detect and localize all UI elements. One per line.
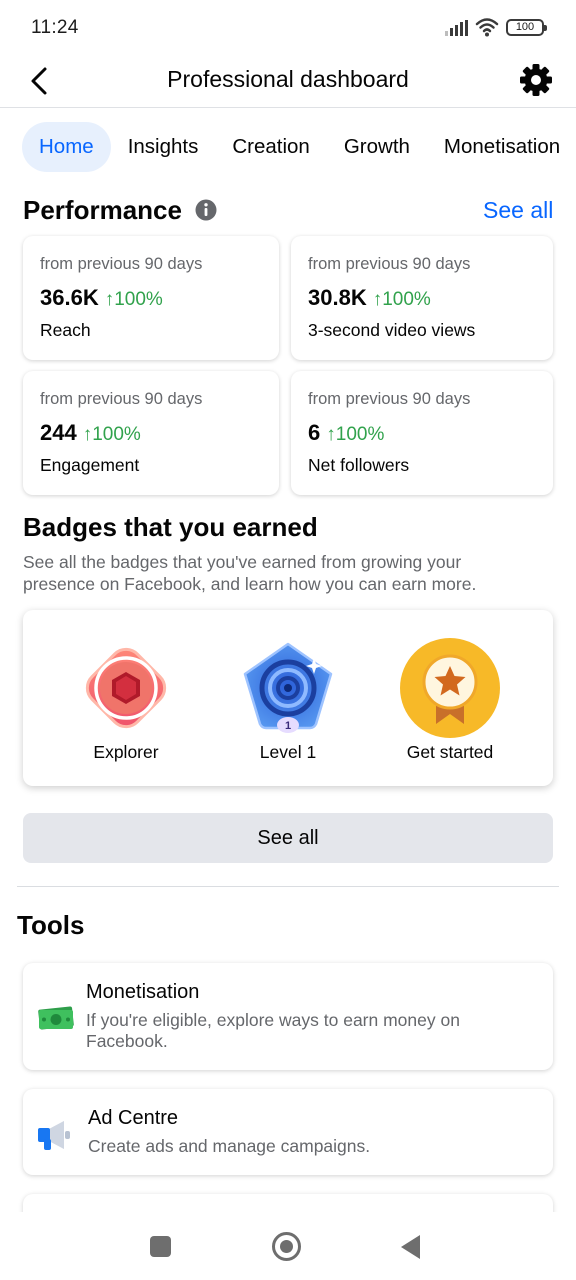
explorer-badge-icon: [85, 647, 167, 729]
badge-label: Get started: [406, 742, 494, 762]
home-circle-icon[interactable]: [272, 1232, 301, 1261]
system-nav-bar: [0, 1212, 576, 1280]
stat-number: 6: [308, 420, 321, 445]
badges-see-all-button[interactable]: See all: [23, 813, 553, 863]
stat-period: from previous 90 days: [40, 390, 203, 408]
signal-icon: [445, 20, 468, 36]
badge-label: Level 1: [259, 742, 317, 762]
stat-period: from previous 90 days: [308, 390, 471, 408]
status-time: 11:24: [31, 17, 79, 38]
badge-level-1[interactable]: 1 Level 1: [218, 636, 358, 776]
gear-icon[interactable]: [518, 62, 554, 98]
tool-monetisation[interactable]: Monetisation If you're eligible, explore…: [23, 963, 553, 1070]
money-icon: [38, 1006, 74, 1030]
stat-value: 244 ↑100%: [40, 420, 141, 446]
stat-number: 244: [40, 420, 77, 445]
performance-title: Performance: [23, 195, 182, 225]
stat-change: ↑100%: [326, 424, 385, 445]
stat-card-reach[interactable]: from previous 90 days 36.6K ↑100% Reach: [23, 236, 279, 360]
back-triangle-icon[interactable]: [401, 1235, 420, 1259]
megaphone-icon: [38, 1121, 70, 1150]
battery-icon: 100: [506, 19, 547, 36]
performance-see-all-link[interactable]: See all: [483, 197, 553, 224]
stat-number: 30.8K: [308, 285, 367, 310]
badge-number: 1: [285, 720, 291, 732]
stat-change: ↑100%: [104, 289, 163, 310]
stat-change: ↑100%: [82, 424, 141, 445]
tools-title: Tools: [17, 910, 85, 940]
header: Professional dashboard: [0, 56, 576, 108]
stat-value: 30.8K ↑100%: [308, 285, 431, 311]
badges-card: Explorer 1 Level 1 Get started: [23, 610, 553, 786]
stat-label: Net followers: [308, 455, 410, 475]
stat-value: 36.6K ↑100%: [40, 285, 163, 311]
tool-ad-centre[interactable]: Ad Centre Create ads and manage campaign…: [23, 1089, 553, 1175]
level-badge-icon: 1: [243, 642, 333, 733]
tab-bar: Home Insights Creation Growth Monetisation: [22, 122, 576, 174]
info-icon[interactable]: [195, 199, 217, 221]
badges-description: See all the badges that you've earned fr…: [23, 552, 477, 594]
stat-card-engagement[interactable]: from previous 90 days 244 ↑100% Engagemen…: [23, 371, 279, 495]
page-title: Professional dashboard: [167, 66, 409, 92]
tool-name: Ad Centre: [88, 1107, 179, 1129]
tab-creation[interactable]: Creation: [215, 122, 327, 172]
tab-growth[interactable]: Growth: [327, 122, 427, 172]
tool-name: Monetisation: [86, 981, 200, 1003]
badges-title: Badges that you earned: [23, 512, 318, 542]
status-bar: 11:24 100: [0, 0, 576, 56]
stat-number: 36.6K: [40, 285, 99, 310]
stat-card-video-views[interactable]: from previous 90 days 30.8K ↑100% 3-secon…: [291, 236, 553, 360]
badge-label: Explorer: [93, 742, 159, 762]
tab-home[interactable]: Home: [22, 122, 111, 172]
stat-value: 6 ↑100%: [308, 420, 384, 446]
stat-label: 3-second video views: [308, 320, 476, 340]
stat-label: Engagement: [40, 455, 140, 475]
stat-change: ↑100%: [372, 289, 431, 310]
stat-card-net-followers[interactable]: from previous 90 days 6 ↑100% Net followe…: [291, 371, 553, 495]
star-medal-icon: [400, 638, 500, 738]
wifi-icon: [475, 18, 499, 37]
tool-description: Create ads and manage campaigns.: [88, 1136, 371, 1156]
recents-icon[interactable]: [150, 1236, 171, 1257]
tab-monetisation[interactable]: Monetisation: [427, 122, 576, 172]
divider: [17, 886, 559, 887]
stat-label: Reach: [40, 320, 91, 340]
stat-period: from previous 90 days: [308, 255, 471, 273]
badge-explorer[interactable]: Explorer: [56, 636, 196, 776]
tool-description: If you're eligible, explore ways to earn…: [86, 1010, 460, 1051]
tab-insights[interactable]: Insights: [111, 122, 216, 172]
badge-get-started[interactable]: Get started: [380, 636, 520, 776]
stat-period: from previous 90 days: [40, 255, 203, 273]
